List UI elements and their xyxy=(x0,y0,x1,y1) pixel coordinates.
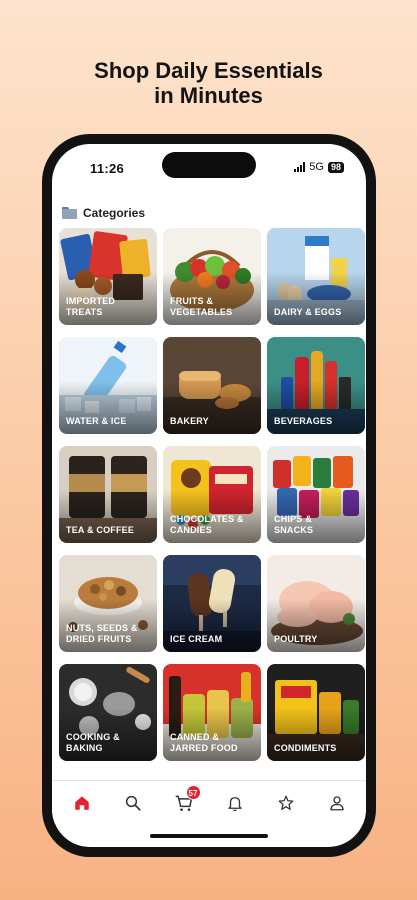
star-icon xyxy=(278,795,293,810)
category-beverages[interactable]: BEVERAGES xyxy=(267,337,365,434)
category-label: NUTS, SEEDS & DRIED FRUITS xyxy=(66,623,138,644)
cart-count-badge: 57 xyxy=(185,784,201,800)
category-dairy-eggs[interactable]: DAIRY & EGGS xyxy=(267,228,365,325)
status-indicators: 5G 98 xyxy=(294,161,344,173)
headline-line-1: Shop Daily Essentials xyxy=(94,58,323,83)
home-indicator xyxy=(150,834,268,838)
category-bakery[interactable]: BAKERY xyxy=(163,337,261,434)
category-imported-treats[interactable]: IMPORTED TREATS xyxy=(59,228,157,325)
category-water-ice[interactable]: WATER & ICE xyxy=(59,337,157,434)
category-label: IMPORTED TREATS xyxy=(66,296,116,317)
category-label: FRUITS & VEGETABLES xyxy=(170,296,233,317)
battery-icon: 98 xyxy=(327,161,344,173)
bell-icon xyxy=(227,796,242,811)
category-tea-coffee[interactable]: TEA & COFFEE xyxy=(59,446,157,543)
category-cooking-baking[interactable]: COOKING & BAKING xyxy=(59,664,157,761)
headline-line-2: in Minutes xyxy=(154,83,263,108)
home-icon xyxy=(74,795,89,810)
category-chips-snacks[interactable]: CHIPS & SNACKS xyxy=(267,446,365,543)
category-grid: IMPORTED TREATS FRUITS & VEGETABLES DAIR… xyxy=(59,228,365,761)
category-label: CONDIMENTS xyxy=(274,743,337,753)
bottom-nav: 57 xyxy=(52,780,366,824)
category-chocolates-candies[interactable]: CHOCOLATES & CANDIES xyxy=(163,446,261,543)
category-label: COOKING & BAKING xyxy=(66,732,120,753)
category-label: CHOCOLATES & CANDIES xyxy=(170,514,244,535)
category-ice-cream[interactable]: ICE CREAM xyxy=(163,555,261,652)
folder-icon xyxy=(62,207,77,219)
category-label: WATER & ICE xyxy=(66,416,127,426)
phone-frame: 11:26 5G 98 Categories IMPORTED TREATS F… xyxy=(42,134,376,857)
category-label: TEA & COFFEE xyxy=(66,525,135,535)
categories-header: Categories xyxy=(62,206,145,220)
categories-title: Categories xyxy=(83,206,146,220)
category-label: CANNED & JARRED FOOD xyxy=(170,732,238,753)
search-icon xyxy=(125,795,141,811)
category-condiments[interactable]: CONDIMENTS xyxy=(267,664,365,761)
category-label: DAIRY & EGGS xyxy=(274,307,342,317)
dynamic-island xyxy=(162,152,256,178)
network-type: 5G xyxy=(309,161,324,173)
nav-notifications[interactable] xyxy=(220,788,250,818)
user-icon xyxy=(329,795,344,810)
nav-favorites[interactable] xyxy=(271,788,301,818)
nav-search[interactable] xyxy=(118,788,148,818)
nav-profile[interactable] xyxy=(322,788,352,818)
nav-cart[interactable]: 57 xyxy=(169,784,201,818)
category-fruits-vegetables[interactable]: FRUITS & VEGETABLES xyxy=(163,228,261,325)
category-label: CHIPS & SNACKS xyxy=(274,514,314,535)
promo-headline: Shop Daily Essentials in Minutes xyxy=(0,58,417,108)
category-label: ICE CREAM xyxy=(170,634,223,644)
category-label: BAKERY xyxy=(170,416,209,426)
category-nuts-seeds[interactable]: NUTS, SEEDS & DRIED FRUITS xyxy=(59,555,157,652)
category-label: BEVERAGES xyxy=(274,416,333,426)
signal-icon xyxy=(294,162,306,172)
category-label: POULTRY xyxy=(274,634,318,644)
nav-home[interactable] xyxy=(67,788,97,818)
phone-screen: 11:26 5G 98 Categories IMPORTED TREATS F… xyxy=(52,144,366,847)
category-canned-jarred[interactable]: CANNED & JARRED FOOD xyxy=(163,664,261,761)
status-time: 11:26 xyxy=(90,161,125,176)
category-poultry[interactable]: POULTRY xyxy=(267,555,365,652)
